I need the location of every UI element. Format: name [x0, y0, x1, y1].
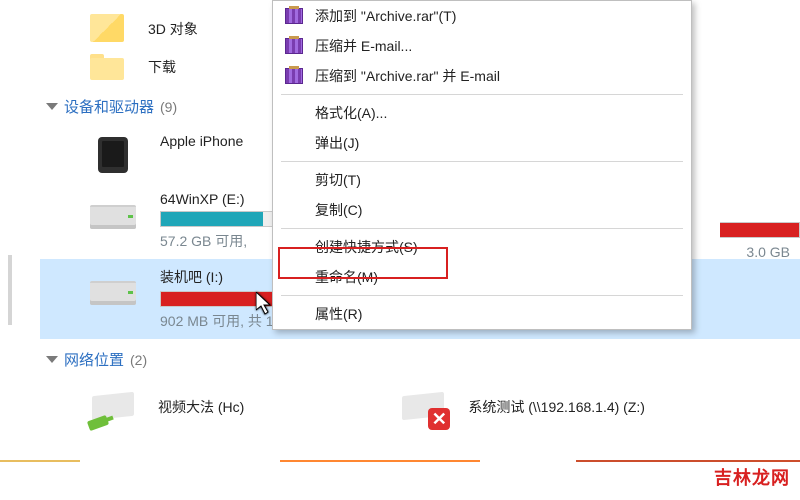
drive-icon [90, 271, 138, 309]
rar-icon [285, 38, 303, 54]
section-title: 网络位置 [64, 349, 124, 370]
ctx-cut[interactable]: 剪切(T) [273, 165, 691, 195]
capacity-bar-overflow [720, 222, 800, 238]
section-header-network[interactable]: 网络位置 (2) [46, 349, 800, 370]
ctx-format[interactable]: 格式化(A)... [273, 98, 691, 128]
network-item-z[interactable]: ✕ 系统测试 (\\192.168.1.4) (Z:) [400, 388, 645, 426]
section-count: (9) [160, 99, 177, 115]
decorative-strip [0, 460, 800, 462]
separator [281, 94, 683, 95]
ctx-copy[interactable]: 复制(C) [273, 195, 691, 225]
section-title: 设备和驱动器 [64, 96, 154, 117]
ctx-zip-email[interactable]: 压缩并 E-mail... [273, 31, 691, 61]
ctx-add-to-rar[interactable]: 添加到 "Archive.rar"(T) [273, 1, 691, 31]
network-item-hc[interactable]: 视频大法 (Hc) [90, 388, 244, 426]
separator [281, 161, 683, 162]
ctx-zip-rar-email[interactable]: 压缩到 "Archive.rar" 并 E-mail [273, 61, 691, 91]
folder-label: 3D 对象 [148, 19, 198, 39]
network-drive-icon [90, 388, 138, 426]
rar-icon [285, 68, 303, 84]
chevron-down-icon [46, 356, 58, 363]
chevron-down-icon [46, 103, 58, 110]
folder-label: 下载 [148, 57, 176, 77]
ctx-create-shortcut[interactable]: 创建快捷方式(S) [273, 232, 691, 262]
network-drive-error-icon: ✕ [400, 388, 448, 426]
separator [281, 295, 683, 296]
network-title: 视频大法 (Hc) [158, 397, 244, 417]
device-subtext-overflow: 3.0 GB [746, 244, 790, 260]
ctx-properties[interactable]: 属性(R) [273, 299, 691, 329]
ctx-rename[interactable]: 重命名(M) [273, 262, 691, 292]
watermark: 吉林龙网 [714, 464, 790, 490]
section-count: (2) [130, 352, 147, 368]
phone-icon [90, 137, 138, 175]
folder-icon [90, 52, 126, 82]
separator [281, 228, 683, 229]
folder-icon [90, 14, 126, 44]
drive-icon [90, 195, 138, 233]
network-title: 系统测试 (\\192.168.1.4) (Z:) [468, 397, 645, 417]
rar-icon [285, 8, 303, 24]
ctx-eject[interactable]: 弹出(J) [273, 128, 691, 158]
scrollbar-fragment[interactable] [8, 255, 12, 325]
context-menu: 添加到 "Archive.rar"(T) 压缩并 E-mail... 压缩到 "… [272, 0, 692, 330]
